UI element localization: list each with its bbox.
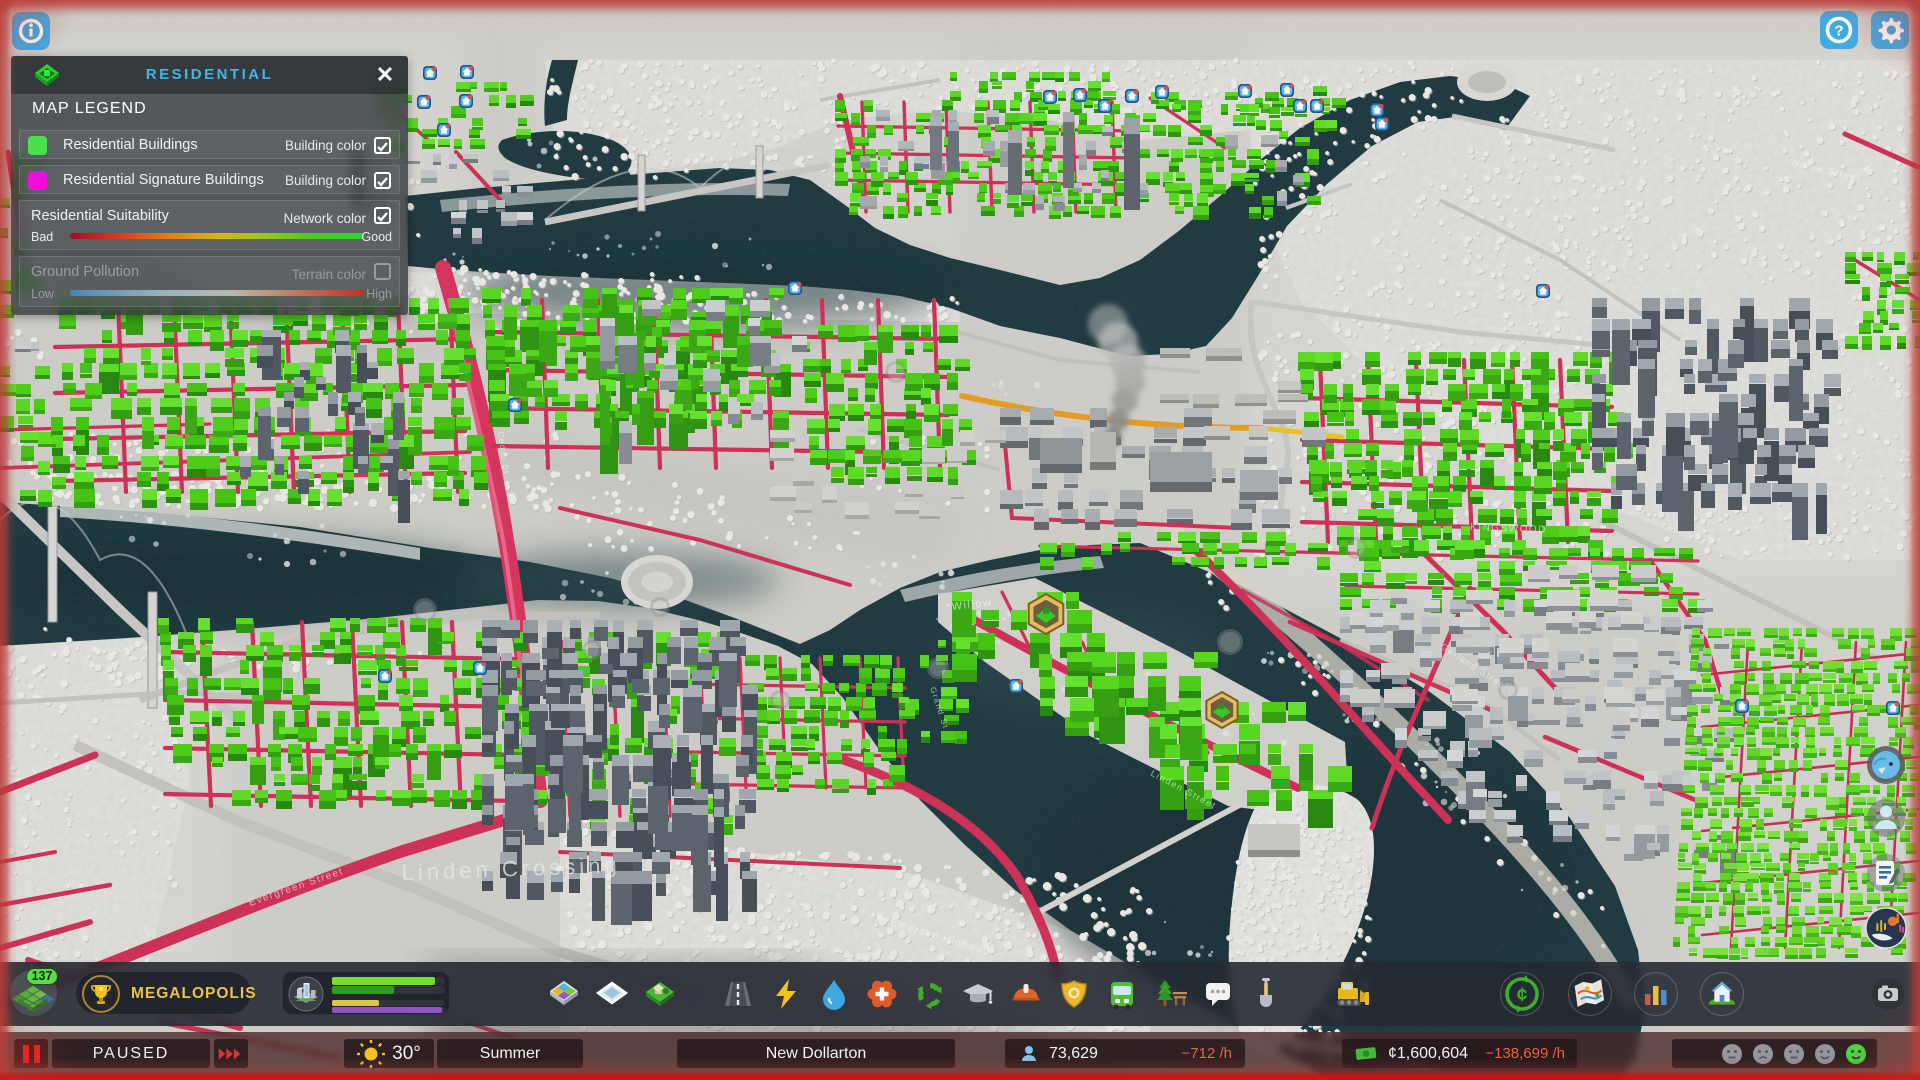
svg-text:¢: ¢ (1517, 985, 1528, 1006)
svg-text:?: ? (1834, 23, 1843, 40)
